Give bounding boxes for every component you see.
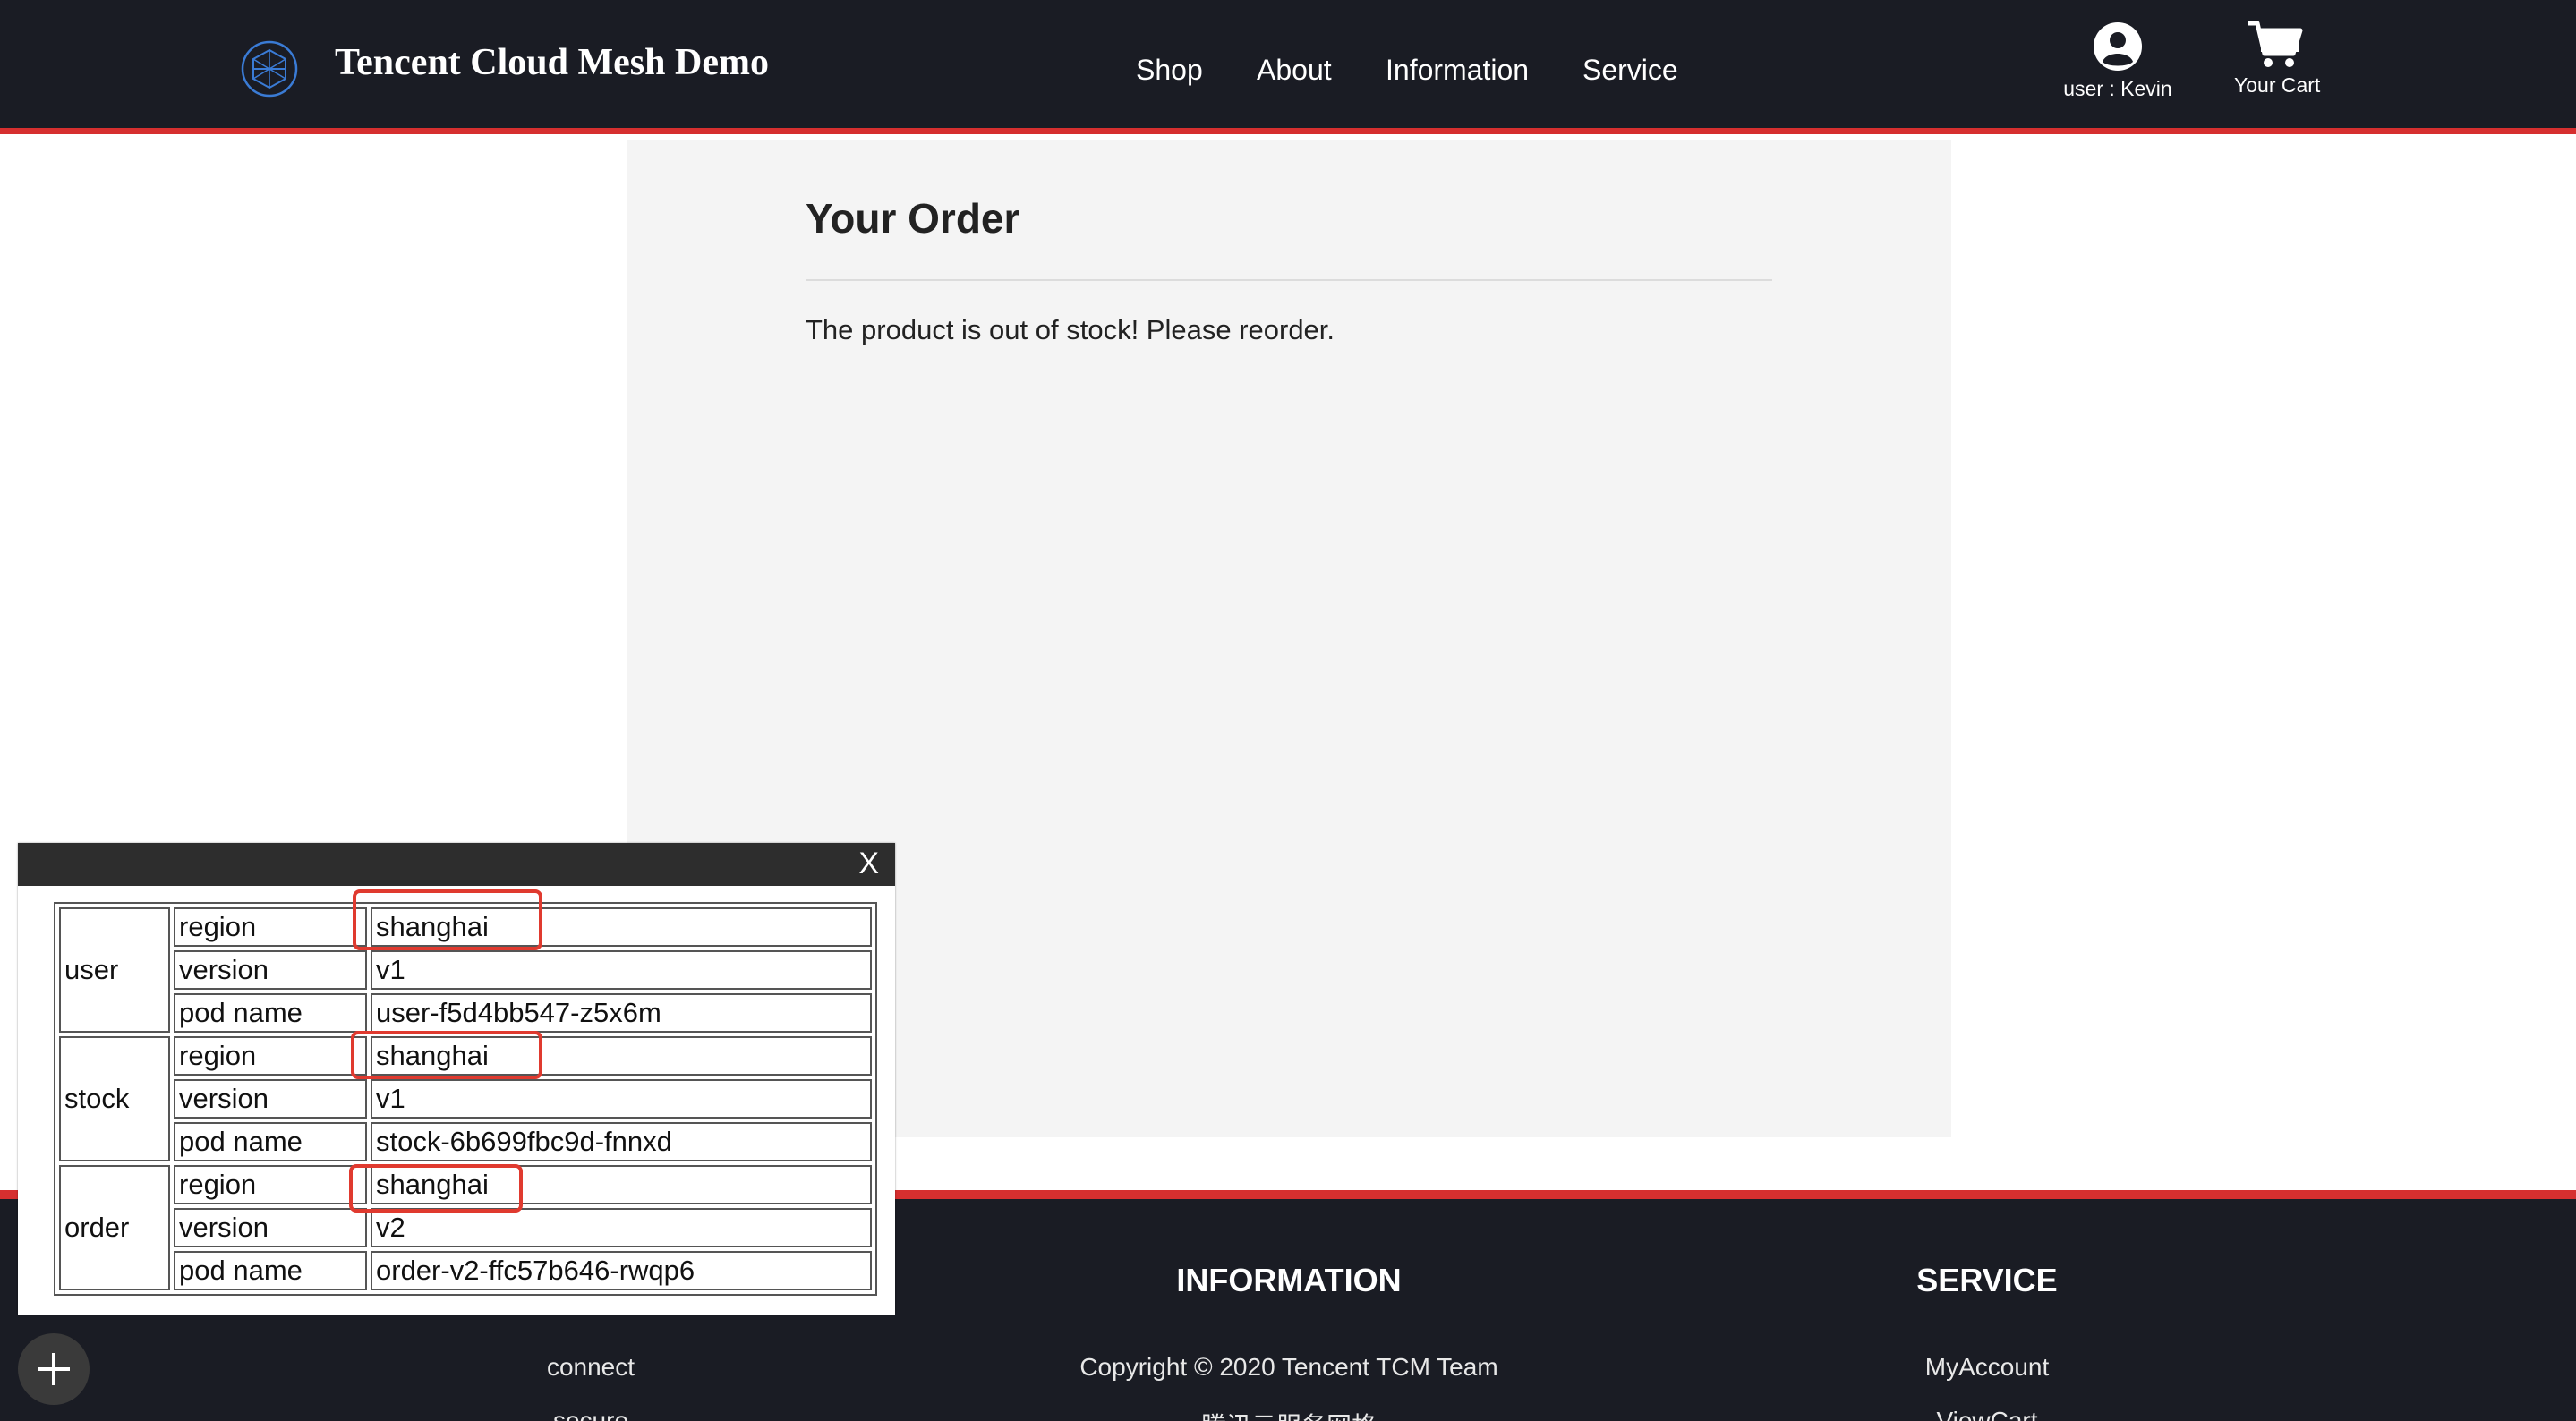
your-cart[interactable]: Your Cart [2234,20,2320,98]
debug-panel-titlebar[interactable]: X [18,843,895,886]
row-value: v1 [371,950,872,990]
cart-icon [2248,21,2303,67]
row-key: version [174,950,367,990]
row-key: region [174,1036,367,1076]
footer-link-tcm[interactable]: 腾讯云服务网格 [1201,1407,1377,1421]
row-value: v1 [371,1079,872,1119]
footer-link-viewcart[interactable]: ViewCart [1936,1407,2037,1421]
group-label-user: user [59,907,170,1033]
nav-service[interactable]: Service [1582,54,1678,87]
plus-icon[interactable] [18,1333,90,1405]
row-key: version [174,1079,367,1119]
close-icon[interactable]: X [858,847,879,881]
title-divider [806,279,1772,281]
row-key: region [174,907,367,947]
footer-link-myaccount[interactable]: MyAccount [1925,1353,2050,1382]
nav-shop[interactable]: Shop [1136,54,1203,87]
table-row: pod name user-f5d4bb547-z5x6m [59,993,872,1033]
table-row: version v2 [59,1208,872,1247]
region-highlight-order [349,1164,523,1213]
footer-link-connect[interactable]: connect [547,1353,635,1382]
brand-title[interactable]: Tencent Cloud Mesh Demo [335,41,769,84]
footer-heading-information: INFORMATION [1176,1262,1402,1298]
row-key: pod name [174,1122,367,1161]
row-value: order-v2-ffc57b646-rwqp6 [371,1251,872,1290]
footer-heading-service: SERVICE [1916,1262,2058,1298]
table-row: version v1 [59,1079,872,1119]
top-navbar: Tencent Cloud Mesh Demo Shop About Infor… [0,0,2576,134]
service-info-table: user region shanghai version v1 pod name… [54,902,877,1296]
cart-label: Your Cart [2234,73,2321,97]
region-highlight-user [353,889,542,950]
row-value: v2 [371,1208,872,1247]
row-value: user-f5d4bb547-z5x6m [371,993,872,1033]
table-row: pod name stock-6b699fbc9d-fnnxd [59,1122,872,1161]
nav-about[interactable]: About [1257,54,1332,87]
mesh-debug-panel: X user region shanghai version v1 pod na… [18,843,895,1315]
table-row: version v1 [59,950,872,990]
row-key: version [174,1208,367,1247]
order-status-message: The product is out of stock! Please reor… [806,314,1335,345]
row-value: stock-6b699fbc9d-fnnxd [371,1122,872,1161]
footer-copyright: Copyright © 2020 Tencent TCM Team [1079,1353,1498,1381]
page-title: Your Order [806,195,1020,242]
user-circle-icon [2094,22,2142,71]
nav-information[interactable]: Information [1386,54,1529,87]
mesh-logo-icon[interactable] [240,39,299,98]
group-label-stock: stock [59,1036,170,1161]
row-key: pod name [174,1251,367,1290]
row-key: pod name [174,993,367,1033]
user-label: user : Kevin [2063,77,2172,100]
table-row: pod name order-v2-ffc57b646-rwqp6 [59,1251,872,1290]
footer-link-secure[interactable]: secure [553,1407,628,1421]
user-account[interactable]: user : Kevin [2055,21,2180,101]
region-highlight-stock [351,1031,542,1079]
group-label-order: order [59,1165,170,1290]
row-key: region [174,1165,367,1204]
